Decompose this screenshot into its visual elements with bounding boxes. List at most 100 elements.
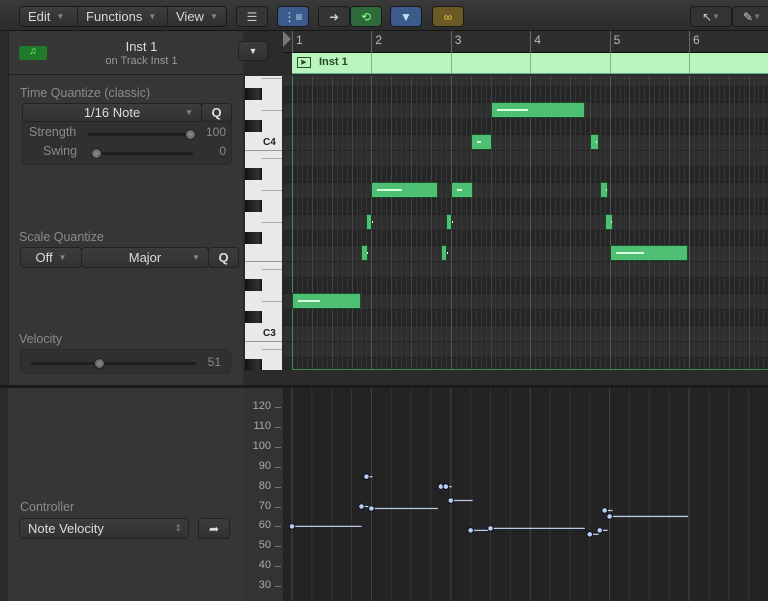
bar-ruler[interactable]: 1 2 3 4 5 6 — [283, 31, 768, 53]
collapse-icon[interactable]: ▼ — [390, 6, 422, 27]
scale-quantize-button[interactable]: Q — [208, 247, 239, 268]
functions-menu[interactable]: Functions ▼ — [78, 7, 168, 26]
scale-quantize-mode-select[interactable]: Off ▼ — [20, 247, 82, 268]
region-bar-line — [371, 53, 373, 74]
black-key[interactable] — [245, 231, 262, 244]
white-key-divider — [262, 78, 282, 80]
track-title: Inst 1 — [125, 39, 158, 54]
controller-label: Controller — [20, 500, 75, 514]
scale-select[interactable]: Major ▼ — [81, 247, 209, 268]
up-down-chevron-icon: ⇕ — [174, 523, 182, 533]
pencil-tool-icon[interactable]: ✎ ▼ — [732, 6, 768, 27]
black-key[interactable] — [245, 358, 262, 370]
axis-tick — [275, 446, 281, 448]
chevron-down-icon: ▼ — [58, 253, 67, 262]
note-velocity-line — [367, 252, 369, 255]
scale-quantize-label: Scale Quantize — [19, 230, 104, 244]
velocity-point[interactable] — [368, 505, 375, 512]
region-menu-button[interactable]: ▼ — [238, 41, 268, 61]
black-key[interactable] — [245, 120, 262, 133]
midi-note[interactable] — [589, 134, 599, 150]
midi-note[interactable] — [292, 293, 362, 310]
snap-icon[interactable]: ⟲ — [350, 6, 382, 27]
controller-axis: 120 110 100 90 80 70 60 50 40 30 — [243, 388, 283, 601]
velocity-point[interactable] — [467, 527, 474, 534]
swing-label: Swing — [43, 144, 78, 158]
link-icon[interactable]: ∞ — [432, 6, 464, 27]
region-border — [292, 76, 768, 370]
velocity-point[interactable] — [586, 531, 594, 538]
velocity-point[interactable] — [447, 497, 455, 504]
velocity-point[interactable] — [288, 523, 296, 530]
velocity-point[interactable] — [442, 483, 450, 490]
key-label: C3 — [263, 328, 276, 340]
inspector-panel: ♫ Inst 1 on Track Inst 1 ▼ Time Quantize… — [8, 31, 268, 386]
black-key[interactable] — [245, 199, 262, 212]
piano-roll-grid[interactable] — [283, 76, 768, 370]
velocity-point[interactable] — [606, 513, 613, 520]
velocity-point[interactable] — [363, 473, 370, 480]
axis-tick — [275, 586, 281, 588]
quantize-button[interactable]: Q — [201, 103, 232, 122]
controller-select[interactable]: Note Velocity ⇕ — [19, 518, 189, 539]
time-quantize-label: Time Quantize (classic) — [20, 86, 151, 100]
region-header[interactable]: ▶ Inst 1 — [292, 53, 768, 74]
quantize-value-select[interactable]: 1/16 Note ▼ — [22, 103, 202, 122]
midi-note[interactable] — [366, 213, 374, 230]
velocity-slider[interactable] — [31, 358, 196, 369]
black-key[interactable] — [245, 311, 262, 324]
quantize-icon[interactable]: ➜ — [318, 6, 350, 27]
note-velocity-line — [456, 188, 463, 191]
velocity-point[interactable] — [601, 507, 608, 514]
white-key-divider — [262, 301, 282, 303]
midi-note[interactable] — [371, 181, 438, 198]
midi-note[interactable] — [599, 181, 608, 198]
velocity-point[interactable] — [596, 527, 603, 534]
midi-note[interactable] — [609, 245, 688, 262]
note-velocity-line — [446, 252, 448, 255]
controller-lane[interactable] — [283, 388, 768, 601]
axis-tick-label: 80 — [258, 479, 271, 492]
black-key[interactable] — [245, 88, 262, 101]
catch-icon[interactable]: ⋮≡ — [277, 6, 309, 27]
axis-tick-label: 30 — [258, 579, 271, 592]
swing-slider[interactable] — [91, 148, 193, 159]
arrow-forward-button[interactable]: ➦ — [198, 518, 230, 539]
velocity-point[interactable] — [487, 525, 494, 532]
strength-slider[interactable] — [88, 129, 196, 140]
black-key[interactable] — [245, 279, 262, 292]
divider — [9, 74, 244, 75]
pointer-tool-icon[interactable]: ↖ ▼ — [690, 6, 732, 27]
slider-knob[interactable] — [94, 358, 106, 369]
slider-knob[interactable] — [91, 148, 102, 159]
playhead-icon[interactable] — [283, 31, 291, 47]
midi-note[interactable] — [470, 134, 493, 150]
note-velocity-line — [298, 300, 321, 303]
axis-tick-label: 100 — [252, 439, 271, 452]
bar-number: 6 — [693, 33, 700, 47]
edit-menu[interactable]: Edit ▼ — [20, 7, 78, 26]
axis-tick-label: 70 — [258, 499, 271, 512]
view-menu[interactable]: View ▼ — [168, 7, 226, 26]
toolbar: Edit ▼ Functions ▼ View ▼ ☰ ⋮≡ ➜ ⟲ ▼ ∞ ↖ ▼ … — [0, 0, 768, 31]
midi-note[interactable] — [490, 102, 585, 119]
midi-note[interactable] — [361, 245, 369, 262]
midi-note[interactable] — [445, 213, 453, 230]
midi-note[interactable] — [440, 245, 448, 262]
piano-keyboard[interactable]: C4 C3 — [245, 76, 282, 370]
midi-in-icon[interactable]: ☰ — [236, 6, 268, 27]
time-quantize-group: 1/16 Note ▼ Q Strength 100 Swing 0 — [22, 103, 232, 165]
music-note-icon: ♫ — [19, 46, 47, 60]
region-bar-line — [689, 53, 690, 74]
axis-tick — [275, 566, 281, 568]
midi-note[interactable] — [604, 213, 613, 230]
velocity-graph[interactable] — [283, 388, 768, 601]
white-key-divider — [262, 269, 282, 271]
midi-note[interactable] — [450, 181, 473, 198]
velocity-label: Velocity — [19, 332, 63, 346]
velocity-point[interactable] — [358, 503, 365, 510]
bar-number: 4 — [534, 33, 541, 47]
black-key[interactable] — [245, 167, 262, 180]
view-label: View — [176, 9, 204, 24]
bar-line — [530, 31, 532, 53]
